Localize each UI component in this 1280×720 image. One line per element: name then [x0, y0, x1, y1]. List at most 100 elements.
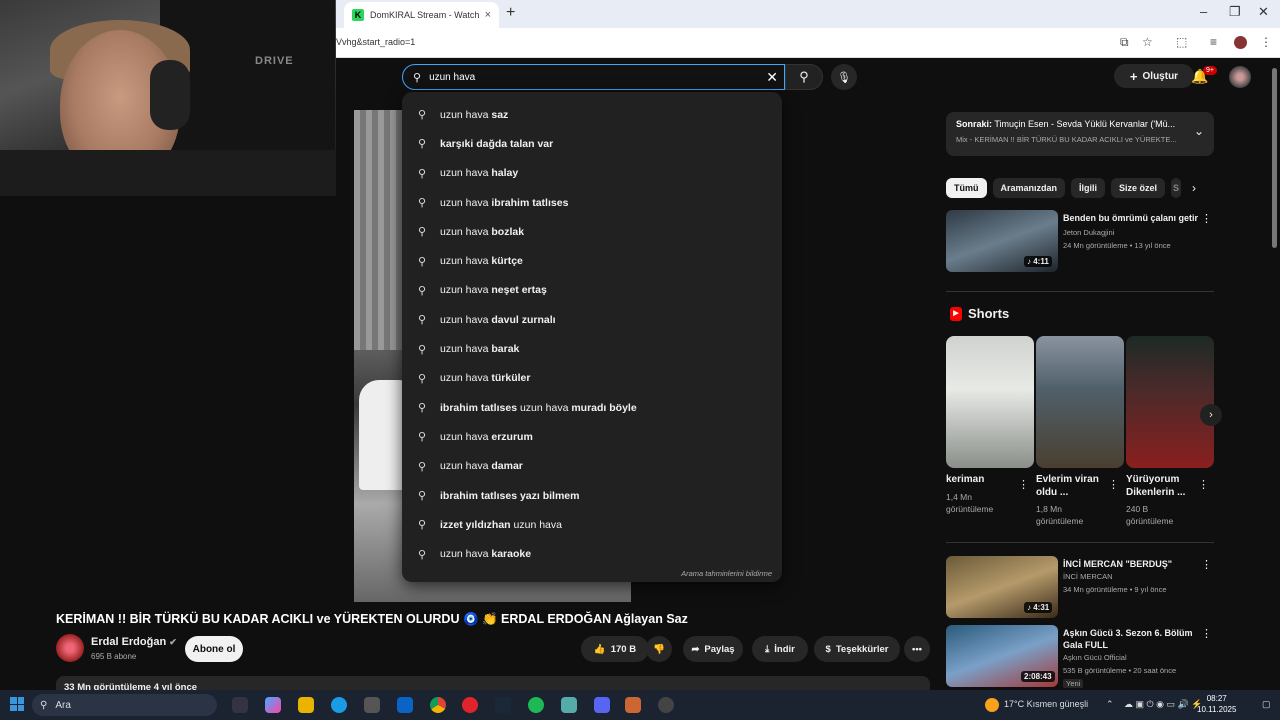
subscribe-button[interactable]: Abone ol [185, 636, 243, 662]
chip-partial[interactable]: S [1171, 178, 1182, 198]
recommended-video-1[interactable]: ♪ 4:11 Benden bu ömrümü çalanı getir Jet… [946, 210, 1214, 274]
more-options-icon[interactable]: ⋮ [1018, 478, 1029, 491]
chevron-down-icon[interactable]: ⌄ [1194, 124, 1204, 138]
extensions-icon[interactable]: ⬚ [1176, 35, 1187, 49]
suggestion-item[interactable]: ⚲ uzun hava saz [402, 100, 782, 129]
obs-icon[interactable] [658, 697, 674, 713]
recommended-video-3[interactable]: 2:08:43 Aşkın Gücü 3. Sezon 6. Bölüm Gal… [946, 625, 1214, 689]
voice-search-button[interactable]: 🎙 [831, 64, 857, 90]
cast-icon[interactable]: ⧉ [1120, 35, 1129, 50]
short-title-1[interactable]: keriman [946, 473, 1016, 486]
suggestion-item[interactable]: ⚲ izzet yıldızhan uzun hava [402, 510, 782, 539]
search-button[interactable]: ⚲ [785, 64, 823, 90]
channel-name[interactable]: Erdal Erdoğan ✔ [91, 636, 177, 648]
suggestion-item[interactable]: ⚲ uzun hava türküler [402, 364, 782, 393]
short-thumbnail-3[interactable] [1126, 336, 1214, 468]
taskbar-search[interactable]: ⚲ Ara [32, 694, 217, 716]
suggestion-item[interactable]: ⚲ uzun hava barak [402, 334, 782, 363]
suggestion-item[interactable]: ⚲ uzun hava davul zurnalı [402, 305, 782, 334]
tray-icons[interactable]: ☁ ▣ ⏻ ◉ ▭ 🔊 ⚡ [1124, 699, 1202, 710]
spotify-icon[interactable] [528, 697, 544, 713]
suggestion-item[interactable]: ⚲ uzun hava bozlak [402, 217, 782, 246]
short-thumbnail-1[interactable] [946, 336, 1034, 468]
more-options-icon[interactable]: ⋮ [1201, 558, 1212, 571]
task-view-icon[interactable] [232, 697, 248, 713]
file-explorer-icon[interactable] [298, 697, 314, 713]
share-button[interactable]: ➦ Paylaş [683, 636, 743, 662]
short-thumbnail-2[interactable] [1036, 336, 1124, 468]
recommended-video-2[interactable]: ♪ 4:31 İNCİ MERCAN "BERDUŞ" İNCİ MERCAN … [946, 556, 1214, 620]
chips-next-chevron-icon[interactable]: › [1192, 181, 1196, 195]
more-options-icon[interactable]: ⋮ [1201, 212, 1212, 225]
suggestion-item[interactable]: ⚲ ibrahim tatlıses yazı bilmem [402, 481, 782, 510]
steam-icon[interactable] [495, 697, 511, 713]
store-icon[interactable] [364, 697, 380, 713]
video-title[interactable]: Benden bu ömrümü çalanı getir [1063, 212, 1203, 224]
close-window-icon[interactable]: ✕ [1258, 4, 1269, 20]
suggestion-item[interactable]: ⚲ uzun hava kürtçe [402, 246, 782, 275]
suggestion-item[interactable]: ⚲ uzun hava neşet ertaş [402, 276, 782, 305]
like-button[interactable]: 👍 170 B [581, 636, 649, 662]
suggestion-item[interactable]: ⚲ karşıki dağda talan var [402, 129, 782, 158]
profile-avatar[interactable] [1234, 36, 1247, 49]
maximize-icon[interactable]: ❐ [1229, 4, 1241, 20]
clear-search-icon[interactable]: ✕ [766, 69, 778, 86]
chip-from-search[interactable]: Aramanızdan [992, 178, 1066, 198]
thanks-button[interactable]: $ Teşekkürler [814, 636, 900, 662]
tray-chevron-icon[interactable]: ⌃ [1106, 699, 1114, 710]
search-input[interactable]: ⚲ uzun hava ✕ [402, 64, 785, 90]
suggestion-item[interactable]: ⚲ uzun hava karaoke [402, 539, 782, 568]
video-title[interactable]: Aşkın Gücü 3. Sezon 6. Bölüm Gala FULL [1063, 627, 1203, 651]
chip-related[interactable]: İlgili [1071, 178, 1106, 198]
more-options-icon[interactable]: ⋮ [1108, 478, 1119, 491]
bookmark-star-icon[interactable]: ☆ [1142, 35, 1153, 49]
chip-all[interactable]: Tümü [946, 178, 987, 198]
menu-kebab-icon[interactable]: ⋮ [1260, 35, 1272, 49]
video-channel[interactable]: Aşkın Gücü Official [1063, 653, 1127, 662]
more-actions-button[interactable]: ••• [904, 636, 930, 662]
minimize-icon[interactable]: – [1200, 4, 1207, 19]
media-control-icon[interactable]: ≡ [1210, 35, 1217, 49]
clock[interactable]: 08:27 10.11.2025 [1197, 693, 1236, 715]
suggestion-item[interactable]: ⚲ ibrahim tatlıses uzun hava muradı böyle [402, 393, 782, 422]
video-channel[interactable]: İNCİ MERCAN [1063, 572, 1113, 581]
address-bar[interactable]: Vvhg&start_radio=1 ⧉ ☆ ⬚ ≡ ⋮ [336, 28, 1280, 58]
video-channel[interactable]: Jeton Dukagjini [1063, 228, 1114, 237]
short-title-2[interactable]: Evlerim viran oldu ... [1036, 473, 1106, 499]
up-next-card[interactable]: Sonraki: Timuçin Esen - Sevda Yüklü Kerv… [946, 112, 1214, 156]
opera-icon[interactable] [462, 697, 478, 713]
app-icon[interactable] [625, 697, 641, 713]
suggestion-item[interactable]: ⚲ uzun hava erzurum [402, 422, 782, 451]
page-scrollbar[interactable] [1272, 68, 1277, 248]
weather-text[interactable]: 17°C Kısmen güneşli [1004, 699, 1088, 709]
weather-icon[interactable] [985, 698, 999, 712]
short-title-3[interactable]: Yürüyorum Dikenlerin ... [1126, 473, 1196, 499]
download-button[interactable]: ⤓ İndir [752, 636, 808, 662]
more-options-icon[interactable]: ⋮ [1198, 478, 1209, 491]
shorts-next-button[interactable]: › [1200, 404, 1222, 426]
channel-avatar[interactable] [56, 634, 84, 662]
dislike-button[interactable]: 👎 [646, 636, 672, 662]
notification-center-icon[interactable]: ▢ [1262, 699, 1271, 710]
create-button[interactable]: + Oluştur [1114, 64, 1194, 88]
outlook-icon[interactable] [397, 697, 413, 713]
suggestion-item[interactable]: ⚲ uzun hava halay [402, 159, 782, 188]
url-text[interactable]: Vvhg&start_radio=1 [336, 37, 415, 47]
close-tab-icon[interactable]: × [485, 9, 491, 21]
chrome-icon[interactable] [430, 697, 446, 713]
more-options-icon[interactable]: ⋮ [1201, 627, 1212, 640]
app-icon[interactable] [561, 697, 577, 713]
suggestion-item[interactable]: ⚲ uzun hava ibrahim tatlıses [402, 188, 782, 217]
account-avatar[interactable] [1229, 66, 1251, 88]
new-tab-button[interactable]: + [506, 4, 515, 22]
discord-icon[interactable] [594, 697, 610, 713]
edge-icon[interactable] [331, 697, 347, 713]
suggestion-item[interactable]: ⚲ uzun hava damar [402, 452, 782, 481]
copilot-icon[interactable] [265, 697, 281, 713]
windows-start-icon[interactable] [10, 697, 24, 711]
video-title[interactable]: İNCİ MERCAN "BERDUŞ" [1063, 558, 1203, 570]
chip-for-you[interactable]: Size özel [1111, 178, 1166, 198]
browser-tab[interactable]: K DomKIRAL Stream - Watch Live × [344, 2, 499, 28]
search-query[interactable]: uzun hava [429, 72, 475, 83]
report-suggestions-link[interactable]: Arama tahminlerini bildirme [681, 569, 772, 578]
